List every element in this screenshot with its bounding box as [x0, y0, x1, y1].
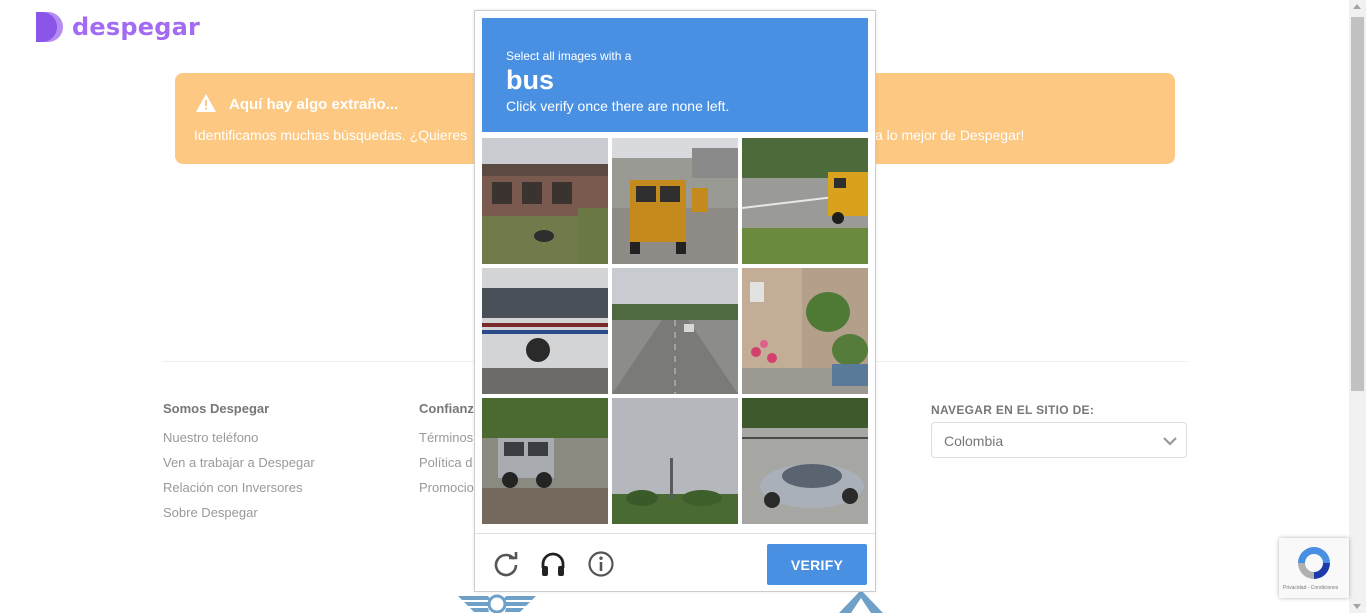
school-bus-side-image	[742, 138, 868, 264]
scroll-down-icon[interactable]	[1353, 604, 1361, 609]
footer-link-telefono[interactable]: Nuestro teléfono	[163, 425, 315, 450]
country-select[interactable]: Colombia	[931, 422, 1187, 458]
alert-body: Identificamos muchas búsquedas. ¿Quieres	[194, 127, 468, 143]
tile-school-bus-side[interactable]	[742, 138, 868, 264]
navigate-site-label: NAVEGAR EN EL SITIO DE:	[931, 403, 1095, 417]
tile-storefront[interactable]	[482, 138, 608, 264]
partner-logo-icon	[839, 590, 883, 613]
headphones-icon[interactable]	[539, 550, 567, 578]
flowers-building-image	[742, 268, 868, 394]
despegar-logo-icon	[36, 12, 63, 42]
info-icon[interactable]	[587, 550, 615, 578]
footer-link-inversores[interactable]: Relación con Inversores	[163, 475, 315, 500]
page: despegar Aquí hay algo extraño... Identi…	[0, 0, 1366, 613]
tile-treeline[interactable]	[612, 398, 738, 524]
highway-image	[612, 268, 738, 394]
footer-column-somos: Somos Despegar Nuestro teléfono Ven a tr…	[163, 401, 315, 525]
alert-title: Aquí hay algo extraño...	[229, 96, 399, 113]
scroll-up-icon[interactable]	[1353, 4, 1361, 9]
chevron-down-icon	[1163, 437, 1177, 446]
footer-link-terminos[interactable]: Términos	[419, 425, 474, 450]
footer-column-title: Confianz	[419, 401, 474, 416]
reload-icon[interactable]	[492, 550, 520, 578]
footer-link-promociones[interactable]: Promocio	[419, 475, 474, 500]
recaptcha-terms[interactable]: Privacidad - Condiciones	[1283, 585, 1338, 591]
captcha-instruction: Select all images with a	[506, 49, 632, 63]
captcha-footer-divider	[475, 533, 875, 534]
footer-link-politica[interactable]: Política d	[419, 450, 474, 475]
recaptcha-icon	[1298, 547, 1330, 579]
footer-link-sobre[interactable]: Sobre Despegar	[163, 500, 315, 525]
verify-button[interactable]: VERIFY	[767, 544, 867, 585]
alert-body-end: a lo mejor de Despegar!	[875, 127, 1025, 143]
captcha-target: bus	[506, 65, 555, 95]
tile-city-bus[interactable]	[482, 268, 608, 394]
footer-link-trabajar[interactable]: Ven a trabajar a Despegar	[163, 450, 315, 475]
storefront-image	[482, 138, 608, 264]
silver-car-image	[742, 398, 868, 524]
captcha-header: Select all images with a bus Click verif…	[482, 18, 868, 132]
captcha-subtext: Click verify once there are none left.	[506, 98, 730, 114]
scrollbar-thumb[interactable]	[1351, 17, 1364, 391]
treeline-image	[612, 398, 738, 524]
tile-highway[interactable]	[612, 268, 738, 394]
tile-school-bus-rear[interactable]	[612, 138, 738, 264]
tile-flowers-building[interactable]	[742, 268, 868, 394]
footer-column-confianza: Confianz Términos Política d Promocio	[419, 401, 474, 500]
tile-suv[interactable]	[482, 398, 608, 524]
captcha-image-grid	[482, 138, 868, 524]
suv-image	[482, 398, 608, 524]
captcha-challenge: Select all images with a bus Click verif…	[474, 10, 876, 592]
brand-name: despegar	[72, 13, 201, 41]
footer-column-title: Somos Despegar	[163, 401, 270, 416]
wings-logo-icon	[458, 594, 536, 613]
country-select-value: Colombia	[944, 433, 1004, 449]
tile-silver-car[interactable]	[742, 398, 868, 524]
city-bus-image	[482, 268, 608, 394]
warning-icon	[196, 94, 216, 112]
school-bus-rear-image	[612, 138, 738, 264]
recaptcha-badge[interactable]: Privacidad - Condiciones	[1279, 538, 1349, 598]
despegar-logo[interactable]: despegar	[34, 10, 200, 44]
